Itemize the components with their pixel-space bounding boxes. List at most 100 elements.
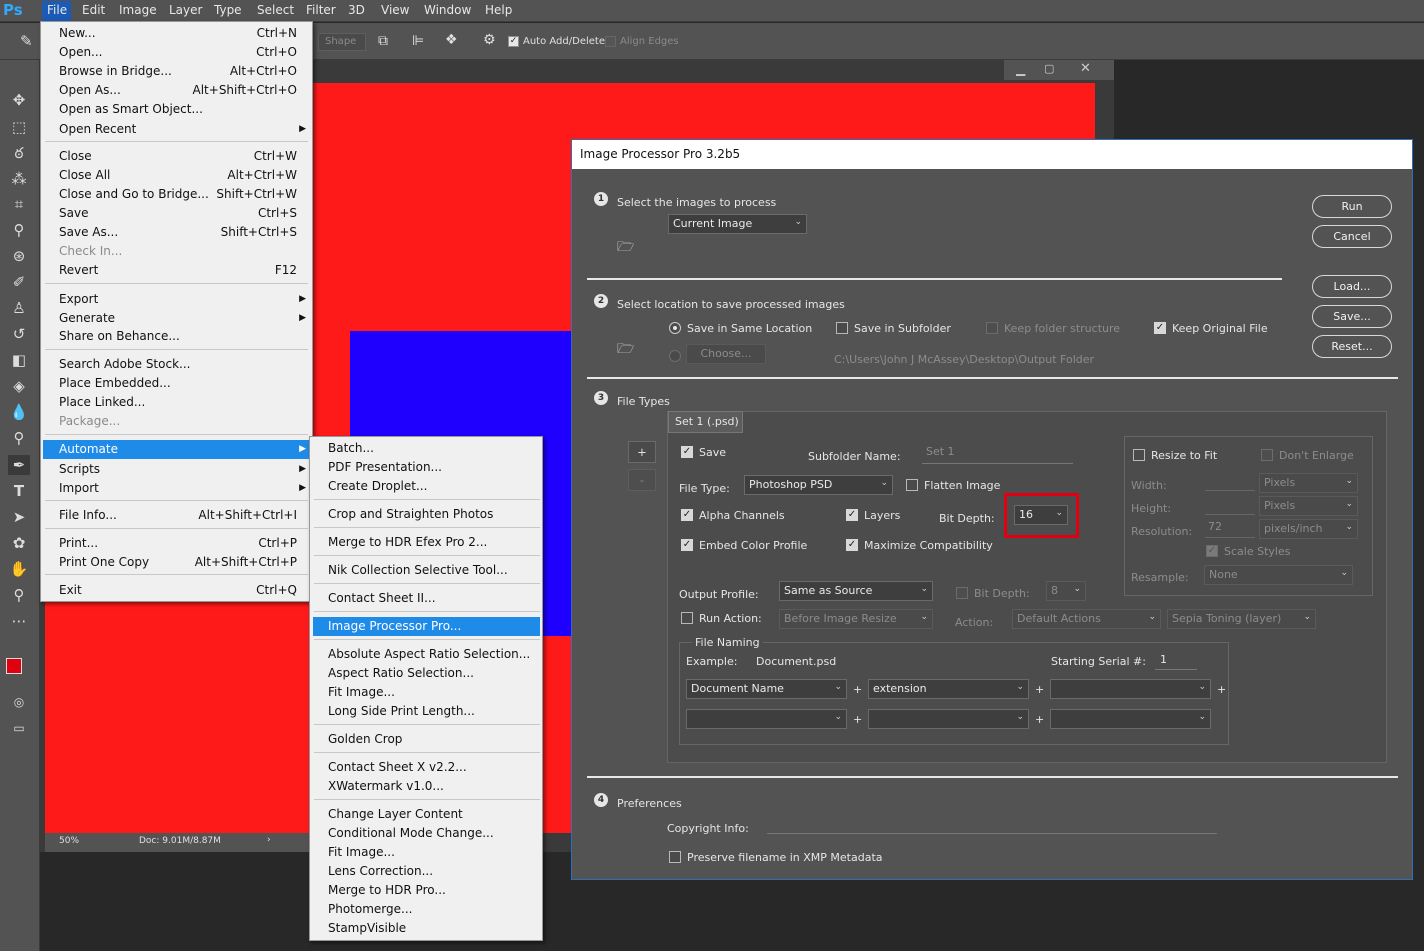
auto-add-delete-checkbox[interactable]: ✓ [508,36,519,47]
more-tools-icon[interactable]: ⋯ [8,611,30,631]
menu-item-import[interactable]: Import ▶ [41,479,312,498]
custom-shape-icon[interactable]: ✿ [8,533,30,553]
menu-item-close-all[interactable]: Close All Alt+Ctrl+W [41,166,297,185]
naming-field-2[interactable]: extension ⌄ [868,679,1029,699]
save-subfolder-checkbox[interactable] [836,322,848,334]
layers-checkbox[interactable]: ✓ [846,509,858,521]
menu-item-close-go-bridge[interactable]: Close and Go to Bridge... Shift+Ctrl+W [41,185,297,204]
flatten-image-checkbox[interactable] [906,479,918,491]
menu-item-save-as[interactable]: Save As... Shift+Ctrl+S [41,223,297,242]
menu-item-automate[interactable]: Automate ▶ [43,440,312,459]
load-button[interactable]: Load... [1312,275,1392,298]
menu-item-file-info[interactable]: File Info... Alt+Shift+Ctrl+I [41,506,297,525]
hand-tool-icon[interactable]: ✋ [8,559,30,579]
crop-tool-icon[interactable]: ⌗ [8,194,30,214]
menu-item-export[interactable]: Export ▶ [41,290,312,309]
keep-folder-structure-checkbox[interactable] [986,322,998,334]
magic-wand-tool-icon[interactable]: ⁂ [8,169,30,189]
menu-item-crop-straighten[interactable]: Crop and Straighten Photos [310,505,493,524]
menu-item-long-side[interactable]: Long Side Print Length... [310,702,475,721]
naming-field-3[interactable]: ⌄ [1050,679,1211,699]
menu-item-aspect-ratio[interactable]: Aspect Ratio Selection... [310,664,474,683]
minimize-icon[interactable]: ▁ [1016,62,1025,76]
menu-item-absolute-aspect[interactable]: Absolute Aspect Ratio Selection... [310,645,530,664]
menu-item-save[interactable]: Save Ctrl+S [41,204,297,223]
naming-field-6[interactable]: ⌄ [1050,709,1211,729]
stamp-tool-icon[interactable]: ♙ [8,298,30,318]
reset-button[interactable]: Reset... [1312,335,1392,358]
menu-help[interactable]: Help [485,3,512,17]
history-brush-icon[interactable]: ↺ [8,324,30,344]
naming-field-5[interactable]: ⌄ [868,709,1029,729]
move-tool-icon[interactable]: ✥ [8,90,30,110]
menu-item-print[interactable]: Print... Ctrl+P [41,534,297,553]
save-same-location-radio[interactable] [669,322,681,334]
type-tool-icon[interactable]: T [8,481,30,501]
menu-item-stampvisible[interactable]: StampVisible [310,919,406,938]
menu-image[interactable]: Image [119,3,157,17]
menu-item-xwatermark[interactable]: XWatermark v1.0... [310,777,444,796]
bit-depth-2-checkbox[interactable] [956,587,968,599]
source-select[interactable]: Current Image ⌄ [668,214,807,234]
menu-item-fit-image[interactable]: Fit Image... [310,683,395,702]
menu-layer[interactable]: Layer [169,3,202,17]
menu-item-contact-sheet-ii[interactable]: Contact Sheet II... [310,589,436,608]
remove-set-button[interactable]: - [628,469,656,491]
menu-item-create-droplet[interactable]: Create Droplet... [310,477,427,496]
zoom-level[interactable]: 50% [59,836,79,846]
menu-item-fit-image-2[interactable]: Fit Image... [310,843,395,862]
paint-bucket-icon[interactable]: ◈ [8,376,30,396]
menu-item-nik-selective[interactable]: Nik Collection Selective Tool... [310,561,508,580]
preserve-filename-checkbox[interactable] [669,851,681,863]
save-set-checkbox[interactable]: ✓ [681,446,693,458]
menu-view[interactable]: View [381,3,409,17]
lasso-tool-icon[interactable]: ఠ [8,143,30,163]
menu-item-generate[interactable]: Generate ▶ [41,309,312,328]
shape-button[interactable]: Shape [325,36,356,47]
menu-item-open-smart-object[interactable]: Open as Smart Object... [41,100,297,119]
dodge-tool-icon[interactable]: ⚲ [8,428,30,448]
resolution-input[interactable]: 72 [1208,520,1222,533]
path-alignment-icon[interactable]: ⊫ [412,33,424,49]
menu-window[interactable]: Window [424,3,471,17]
menu-item-contact-sheet-x[interactable]: Contact Sheet X v2.2... [310,758,467,777]
save-settings-button[interactable]: Save... [1312,305,1392,328]
dont-enlarge-checkbox[interactable] [1261,449,1273,461]
menu-item-open[interactable]: Open... Ctrl+O [41,43,297,62]
healing-brush-icon[interactable]: ⊛ [8,246,30,266]
menu-item-lens-correction[interactable]: Lens Correction... [310,862,433,881]
menu-item-golden-crop[interactable]: Golden Crop [310,730,402,749]
width-unit-select[interactable]: Pixels ⌄ [1259,473,1358,493]
path-operations-icon[interactable]: ⧉ [378,33,388,49]
menu-item-photomerge[interactable]: Photomerge... [310,900,412,919]
choose-button[interactable]: Choose... [686,344,766,364]
menu-item-revert[interactable]: Revert F12 [41,261,297,280]
menu-item-image-processor-pro[interactable]: Image Processor Pro... [313,617,540,636]
menu-item-place-embedded[interactable]: Place Embedded... [41,374,297,393]
path-arrangement-icon[interactable]: ❖ [445,32,458,48]
menu-item-exit[interactable]: Exit Ctrl+Q [41,581,297,600]
align-edges-checkbox[interactable] [605,36,616,47]
run-button[interactable]: Run [1312,195,1392,218]
menu-item-change-layer-content[interactable]: Change Layer Content [310,805,463,824]
marquee-tool-icon[interactable]: ⬚ [8,117,30,137]
menu-item-batch[interactable]: Batch... [310,439,374,458]
starting-serial-input[interactable]: 1 [1160,653,1167,666]
menu-item-merge-hdr-efex[interactable]: Merge to HDR Efex Pro 2... [310,533,487,552]
menu-type[interactable]: Type [214,3,242,17]
add-set-button[interactable]: + [628,441,656,463]
height-unit-select[interactable]: Pixels ⌄ [1259,496,1358,516]
status-arrow-icon[interactable]: › [267,835,271,845]
screen-mode-icon[interactable]: ▭ [8,718,30,738]
menu-edit[interactable]: Edit [82,3,105,17]
bit-depth-2-select[interactable]: 8 ⌄ [1046,581,1086,601]
menu-item-print-one-copy[interactable]: Print One Copy Alt+Shift+Ctrl+P [41,553,297,572]
menu-item-merge-hdr-pro[interactable]: Merge to HDR Pro... [310,881,446,900]
file-type-select[interactable]: Photoshop PSD ⌄ [744,475,893,495]
menu-filter[interactable]: Filter [306,3,336,17]
action-name-select[interactable]: Sepia Toning (layer) ⌄ [1167,609,1316,629]
cancel-button[interactable]: Cancel [1312,225,1392,248]
embed-color-profile-checkbox[interactable]: ✓ [681,539,693,551]
menu-item-share-behance[interactable]: Share on Behance... [41,327,297,346]
menu-item-scripts[interactable]: Scripts ▶ [41,460,312,479]
